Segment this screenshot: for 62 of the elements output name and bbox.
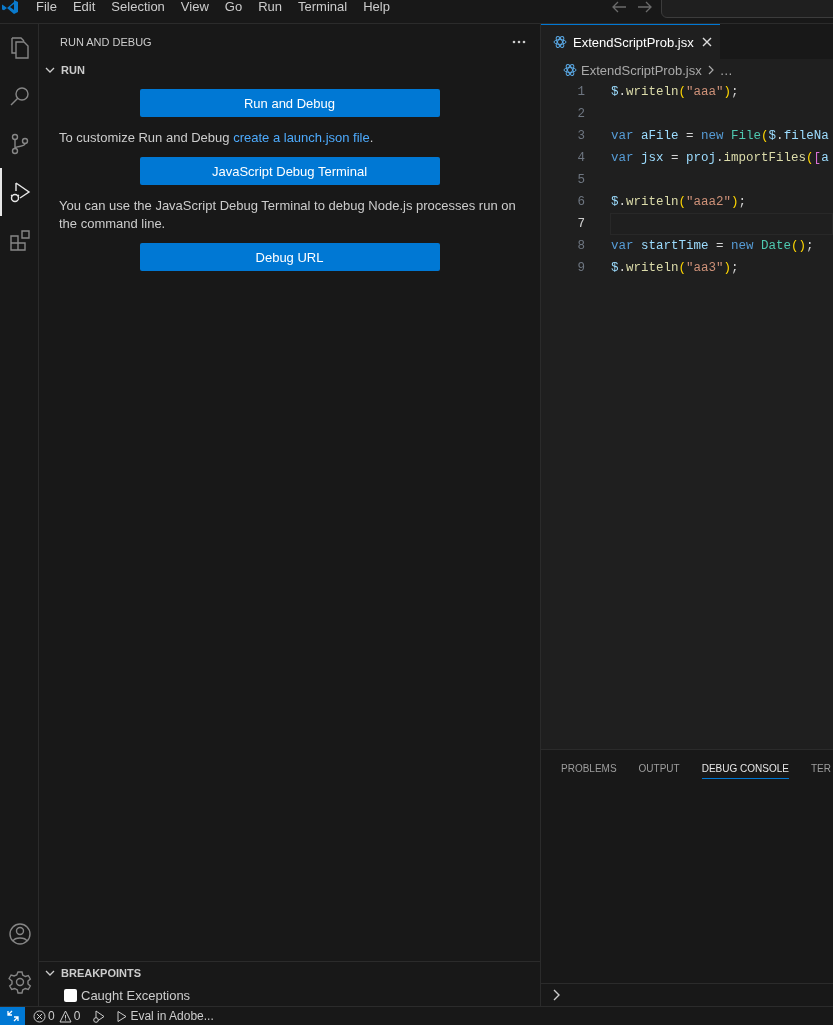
code-line: var jsx = proj.importFiles([a bbox=[610, 150, 830, 167]
panel-tab[interactable]: DEBUG CONSOLE bbox=[701, 756, 789, 779]
line-number: 7 bbox=[576, 217, 585, 231]
files-icon[interactable] bbox=[8, 36, 32, 60]
more-icon[interactable] bbox=[512, 39, 526, 44]
line-number: 8 bbox=[576, 239, 585, 253]
hint-text: You can use the JavaScript Debug Terminal to debug Node.js processes run on the command line. bbox=[59, 197, 517, 233]
line-number: 2 bbox=[576, 107, 585, 121]
warning-count[interactable]: 0 bbox=[73, 1009, 81, 1023]
back-arrow-icon[interactable] bbox=[611, 0, 627, 14]
panel-tab[interactable]: PROBLEMS bbox=[561, 756, 617, 779]
checkbox[interactable] bbox=[64, 988, 77, 1002]
react-icon bbox=[553, 35, 567, 49]
menu-item[interactable]: File bbox=[28, 0, 65, 14]
line-number: 3 bbox=[576, 129, 585, 143]
line-number: 4 bbox=[576, 151, 585, 165]
breakpoint-label: Caught Exceptions bbox=[81, 987, 191, 1003]
eval-button[interactable]: Eval in Adobe... bbox=[115, 1009, 214, 1023]
action-button[interactable]: Debug URL bbox=[139, 243, 440, 271]
react-icon bbox=[563, 63, 577, 77]
breadcrumb-item[interactable]: ExtendScriptProb.jsx bbox=[581, 62, 702, 78]
menu-item[interactable]: Help bbox=[355, 0, 398, 14]
vscode-logo bbox=[2, 0, 18, 14]
line-number: 9 bbox=[576, 261, 585, 275]
code-line: var startTime = new Date(); bbox=[610, 238, 815, 255]
remote-icon bbox=[5, 1009, 20, 1023]
warning-icon bbox=[58, 1009, 72, 1023]
hint-text: To customize Run and Debug create a launch.json file. bbox=[59, 129, 375, 147]
error-icon bbox=[33, 1009, 46, 1023]
menu-item[interactable]: Edit bbox=[64, 0, 104, 14]
remote-button[interactable] bbox=[0, 1007, 25, 1025]
line-number: 6 bbox=[576, 195, 585, 209]
code-line: $.writeln("aa3"); bbox=[610, 260, 740, 277]
account-icon[interactable] bbox=[8, 922, 32, 946]
action-button[interactable]: Run and Debug bbox=[139, 89, 440, 117]
menu-item[interactable]: View bbox=[172, 0, 217, 14]
forward-arrow-icon[interactable] bbox=[637, 0, 653, 14]
code-line: $.writeln("aaa"); bbox=[610, 84, 740, 101]
menu-item[interactable]: Terminal bbox=[290, 0, 356, 14]
sidebar-title: RUN AND DEBUG bbox=[60, 35, 152, 48]
section-title[interactable]: RUN bbox=[61, 64, 85, 76]
menu-item[interactable]: Selection bbox=[103, 0, 173, 14]
search-icon[interactable] bbox=[8, 84, 32, 108]
line-number: 5 bbox=[576, 173, 585, 187]
menu-item[interactable]: Run bbox=[250, 0, 290, 14]
line-number: 1 bbox=[576, 85, 585, 99]
extensions-icon[interactable] bbox=[8, 228, 32, 252]
editor-tab[interactable]: ExtendScriptProb.jsx bbox=[541, 24, 720, 59]
settings-icon[interactable] bbox=[8, 970, 32, 994]
action-button[interactable]: JavaScript Debug Terminal bbox=[139, 157, 440, 185]
play-icon bbox=[115, 1009, 129, 1023]
breadcrumb-item[interactable]: … bbox=[719, 62, 733, 78]
menu-item[interactable]: Go bbox=[216, 0, 251, 14]
panel-tab[interactable]: OUTPUT bbox=[638, 756, 680, 779]
error-count[interactable]: 0 bbox=[48, 1009, 55, 1023]
code-line: $.writeln("aaa2"); bbox=[610, 194, 748, 211]
code-line: var aFile = new File($.fileNa bbox=[610, 128, 830, 145]
run-debug-icon[interactable] bbox=[8, 180, 32, 204]
panel-tab[interactable]: TER bbox=[810, 756, 831, 779]
create-launch-link[interactable]: create a launch.json file bbox=[233, 130, 370, 145]
debug-icon[interactable] bbox=[92, 1009, 106, 1023]
section-title[interactable]: BREAKPOINTS bbox=[61, 967, 142, 979]
